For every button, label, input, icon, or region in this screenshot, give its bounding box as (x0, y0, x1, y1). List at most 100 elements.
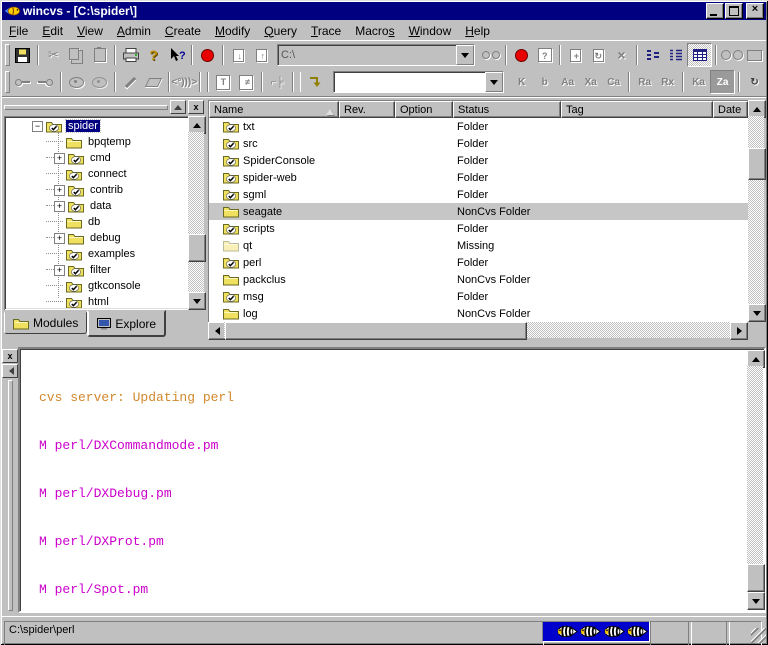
update-selection-button[interactable]: ↻ (587, 44, 610, 66)
menu-trace[interactable]: Trace (304, 22, 348, 40)
tree-item-bpqtemp[interactable]: bpqtemp (6, 134, 186, 150)
title-bar[interactable]: wincvs - [C:\spider\] × (2, 2, 766, 20)
menu-edit[interactable]: Edit (35, 22, 70, 40)
menu-window[interactable]: Window (402, 22, 459, 40)
record-macro-button[interactable] (196, 44, 219, 66)
column-header-date[interactable]: Date (713, 101, 748, 118)
view-explorer-button[interactable] (664, 44, 687, 66)
tab-modules[interactable]: Modules (4, 312, 87, 334)
flag-x-button[interactable]: Xa (579, 71, 602, 93)
menu-macros[interactable]: Macros (348, 22, 401, 40)
menu-help[interactable]: Help (458, 22, 497, 40)
unedit-button[interactable] (142, 71, 165, 93)
tree-item-data[interactable]: data (6, 198, 186, 214)
menu-query[interactable]: Query (257, 22, 304, 40)
delete-button[interactable]: × (610, 44, 633, 66)
tree-vertical-scrollbar[interactable] (188, 116, 204, 310)
flag-k-button[interactable]: K (510, 71, 533, 93)
scrollbar-thumb[interactable] (188, 234, 206, 262)
file-row[interactable]: srcFolder (209, 135, 748, 152)
flag-rx-button[interactable]: Rx (656, 71, 679, 93)
unwatch-button[interactable] (88, 71, 111, 93)
file-row[interactable]: qtMissing (209, 237, 748, 254)
expand-icon[interactable] (54, 201, 65, 212)
context-help-button[interactable] (165, 44, 188, 66)
scrollbar-thumb[interactable] (747, 564, 765, 592)
column-header-option[interactable]: Option (395, 101, 453, 118)
scroll-down-button[interactable] (748, 304, 766, 322)
file-row[interactable]: perlFolder (209, 254, 748, 271)
flag-za-button[interactable]: Za (710, 70, 735, 94)
column-header-name[interactable]: Name (209, 101, 339, 118)
text-options-button[interactable]: T (212, 71, 235, 93)
toolbar-grip[interactable] (5, 44, 10, 66)
file-row[interactable]: scriptsFolder (209, 220, 748, 237)
file-row-selected[interactable]: seagateNonCvs Folder (209, 203, 748, 220)
toolbar-grip[interactable] (5, 71, 10, 93)
column-header-status[interactable]: Status (453, 101, 561, 118)
cut-button[interactable]: ✂ (42, 44, 65, 66)
file-row[interactable]: packclusNonCvs Folder (209, 271, 748, 288)
tree-item-cmd[interactable]: cmd (6, 150, 186, 166)
tree-item-contrib[interactable]: contrib (6, 182, 186, 198)
console-gripper[interactable] (8, 380, 13, 611)
console-close-button[interactable]: x (2, 349, 18, 363)
view-modules-button[interactable] (641, 44, 664, 66)
flag-r-button[interactable]: Ra (633, 71, 656, 93)
command-help-button[interactable]: ? (533, 44, 556, 66)
file-list-horizontal-scrollbar[interactable] (208, 322, 748, 338)
checkout-button[interactable] (34, 71, 57, 93)
collapse-icon[interactable] (32, 121, 43, 132)
release-button[interactable]: <°)))> (173, 71, 196, 93)
scroll-right-button[interactable] (730, 322, 748, 340)
diff-button[interactable]: ≠ (235, 71, 258, 93)
file-row[interactable]: txtFolder (209, 118, 748, 135)
menu-view[interactable]: View (70, 22, 110, 40)
jump-button[interactable] (304, 71, 327, 93)
tree-item-connect[interactable]: connect (6, 166, 186, 182)
add-files-button[interactable]: + (564, 44, 587, 66)
view-details-button[interactable] (687, 43, 712, 67)
minimize-button[interactable] (706, 3, 724, 19)
reload-button[interactable]: ↻ (743, 71, 766, 93)
file-list-vertical-scrollbar[interactable] (748, 100, 764, 322)
copy-button[interactable] (65, 44, 88, 66)
panel-close-button[interactable]: x (188, 100, 204, 114)
flag-ka-button[interactable]: Ka (687, 71, 710, 93)
scrollbar-thumb[interactable] (748, 148, 766, 180)
menu-create[interactable]: Create (158, 22, 208, 40)
scrollbar-thumb[interactable] (225, 322, 527, 340)
search-button[interactable] (720, 44, 743, 66)
flag-a-button[interactable]: Aa (556, 71, 579, 93)
expand-icon[interactable] (54, 185, 65, 196)
panel-gripper[interactable]: x (4, 100, 204, 114)
maximize-button[interactable] (725, 3, 743, 19)
folder-back-button[interactable]: ↓ (227, 44, 250, 66)
panel-up-button[interactable] (170, 100, 186, 114)
path-input[interactable] (278, 45, 456, 65)
browse-folder-button[interactable] (743, 44, 766, 66)
filter-input[interactable] (334, 72, 485, 92)
paste-button[interactable] (88, 44, 111, 66)
expand-icon[interactable] (54, 265, 65, 276)
browse-location-button[interactable] (479, 44, 502, 66)
save-button[interactable] (11, 44, 34, 66)
tree-item-examples[interactable]: examples (6, 246, 186, 262)
menu-admin[interactable]: Admin (110, 22, 158, 40)
path-dropdown-button[interactable] (456, 45, 474, 65)
column-header-tag[interactable]: Tag (561, 101, 713, 118)
file-row[interactable]: logNonCvs Folder (209, 305, 748, 322)
file-row[interactable]: msgFolder (209, 288, 748, 305)
print-button[interactable] (119, 44, 142, 66)
menu-file[interactable]: File (2, 22, 35, 40)
tree-item-db[interactable]: db (6, 214, 186, 230)
close-button[interactable]: × (746, 3, 764, 19)
expand-icon[interactable] (54, 153, 65, 164)
console-vertical-scrollbar[interactable] (747, 350, 763, 610)
filter-dropdown-button[interactable] (485, 72, 503, 92)
column-header-rev[interactable]: Rev. (339, 101, 395, 118)
stop-cvs-button[interactable] (510, 44, 533, 66)
tree-item-html[interactable]: html (6, 294, 186, 308)
scroll-down-button[interactable] (188, 292, 206, 310)
file-row[interactable]: SpiderConsoleFolder (209, 152, 748, 169)
